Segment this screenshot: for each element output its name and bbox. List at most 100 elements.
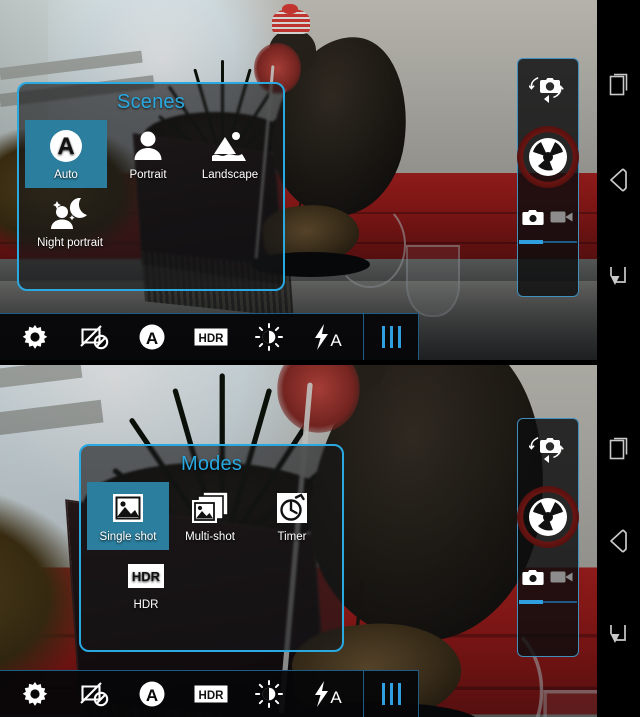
modes-button[interactable]: A: [132, 317, 172, 357]
home-arrow-icon: [609, 267, 626, 285]
home-button[interactable]: [604, 617, 634, 651]
svg-text:A: A: [330, 331, 342, 350]
gear-icon: [22, 682, 48, 706]
hdr-button[interactable]: HDR: [191, 317, 231, 357]
scenes-panel[interactable]: Scenes A Auto Portrait Landscape Night p…: [17, 82, 285, 291]
scene-tile-night-portrait[interactable]: Night portrait: [29, 188, 111, 256]
svg-text:A: A: [146, 329, 158, 348]
modes-panel-title: Modes: [180, 453, 243, 475]
scene-tile-night-portrait-label: Night portrait: [37, 237, 103, 250]
brightness-icon: [255, 323, 284, 351]
zoom-slider[interactable]: [519, 240, 577, 244]
shutter-aperture-icon: [529, 138, 567, 176]
more-options-button[interactable]: [364, 671, 418, 717]
multi-shot-icon: [171, 488, 249, 528]
modes-panel[interactable]: Modes Single shot Multi-shot Timer HDR H…: [79, 444, 344, 652]
single-shot-icon: [89, 488, 167, 528]
scene-tile-landscape[interactable]: Landscape: [189, 120, 271, 188]
flash-button[interactable]: A: [308, 674, 348, 714]
scenes-tile-grid: A Auto Portrait Landscape Night portrait: [19, 118, 283, 266]
scene-tile-landscape-label: Landscape: [201, 169, 259, 181]
flash-auto-icon: A: [314, 324, 342, 350]
back-button[interactable]: [604, 524, 634, 558]
home-arrow-icon: [609, 625, 626, 644]
flash-auto-icon: A: [314, 681, 342, 707]
video-camera-icon[interactable]: [550, 569, 574, 590]
three-bars-icon: [381, 683, 385, 705]
scenes-button[interactable]: [74, 674, 114, 714]
more-options-button[interactable]: [364, 314, 418, 361]
exposure-button[interactable]: [249, 674, 289, 714]
toolbar-buttons: A HDR A: [0, 317, 363, 357]
hdr-icon: HDR: [194, 328, 228, 346]
auto-mode-icon: A: [139, 681, 165, 707]
scenes-button[interactable]: [74, 317, 114, 357]
svg-text:A: A: [330, 688, 342, 707]
mode-tile-hdr-label: HDR: [133, 599, 159, 612]
photo-video-toggle[interactable]: [522, 568, 574, 591]
photo-video-toggle[interactable]: [522, 208, 574, 231]
hdr-icon: HDR: [107, 556, 185, 596]
flash-button[interactable]: A: [308, 317, 348, 357]
screenshot-scenes: Scenes A Auto Portrait Landscape Night p…: [0, 0, 640, 360]
hdr-button[interactable]: HDR: [191, 674, 231, 714]
screenshot-modes: Modes Single shot Multi-shot Timer HDR H…: [0, 365, 640, 717]
mode-tile-multi-shot[interactable]: Multi-shot: [169, 482, 251, 550]
shutter-button[interactable]: [517, 486, 579, 548]
auto-scene-icon: A: [27, 126, 105, 166]
svg-text:HDR: HDR: [198, 333, 224, 345]
home-button[interactable]: [604, 259, 634, 293]
switch-camera-button[interactable]: [528, 433, 567, 470]
recent-apps-icon: [609, 73, 627, 96]
scene-disabled-icon: [80, 325, 108, 350]
scene-disabled-icon: [80, 682, 108, 707]
mode-tile-timer-label: Timer: [277, 531, 307, 543]
scene-tile-auto[interactable]: A Auto: [25, 120, 107, 189]
shutter-button[interactable]: [517, 126, 579, 188]
scene-tile-portrait[interactable]: Portrait: [107, 120, 189, 188]
camera-control-strip-top: [517, 58, 579, 297]
portrait-icon: [109, 126, 187, 166]
svg-text:A: A: [57, 133, 74, 160]
back-icon: [609, 529, 627, 553]
android-navigation-bar-bottom: [597, 365, 640, 717]
back-button[interactable]: [604, 163, 634, 197]
zoom-slider[interactable]: [519, 600, 577, 604]
settings-button[interactable]: [15, 317, 55, 357]
svg-text:HDR: HDR: [198, 690, 224, 702]
mode-tile-timer[interactable]: Timer: [251, 482, 333, 550]
shutter-aperture-icon: [529, 498, 567, 536]
camera-control-strip-bottom: [517, 418, 579, 657]
settings-button[interactable]: [15, 674, 55, 714]
recent-apps-icon: [609, 437, 627, 459]
zoom-slider-fill: [519, 600, 544, 604]
toolbar-buttons: A HDR A: [0, 674, 363, 714]
modes-button[interactable]: A: [132, 674, 172, 714]
exposure-button[interactable]: [249, 317, 289, 357]
video-camera-icon[interactable]: [550, 209, 574, 230]
android-navigation-bar-top: [597, 0, 640, 360]
scenes-panel-title: Scenes: [117, 91, 185, 113]
svg-text:HDR: HDR: [132, 569, 161, 584]
timer-icon: [253, 488, 331, 528]
mode-tile-hdr[interactable]: HDR HDR: [105, 550, 187, 618]
back-icon: [609, 168, 627, 192]
brightness-icon: [255, 680, 284, 708]
recent-apps-button[interactable]: [604, 431, 634, 465]
modes-tile-grid: Single shot Multi-shot Timer HDR HDR: [81, 480, 342, 628]
scene-tile-auto-label: Auto: [54, 169, 78, 181]
auto-mode-icon: A: [139, 324, 165, 350]
night-portrait-icon: [31, 194, 109, 234]
zoom-slider-fill: [519, 240, 544, 244]
mode-tile-single-shot[interactable]: Single shot: [87, 482, 169, 551]
switch-camera-button[interactable]: [528, 73, 567, 110]
camera-toolbar-bottom: A HDR A: [0, 670, 419, 717]
camera-icon[interactable]: [522, 208, 544, 231]
mode-tile-single-shot-label: Single shot: [99, 531, 157, 543]
scene-tile-portrait-label: Portrait: [129, 169, 167, 181]
switch-camera-icon: [528, 77, 564, 103]
landscape-icon: [191, 126, 269, 166]
gear-icon: [22, 325, 48, 349]
recent-apps-button[interactable]: [604, 67, 634, 101]
camera-icon[interactable]: [522, 568, 544, 591]
